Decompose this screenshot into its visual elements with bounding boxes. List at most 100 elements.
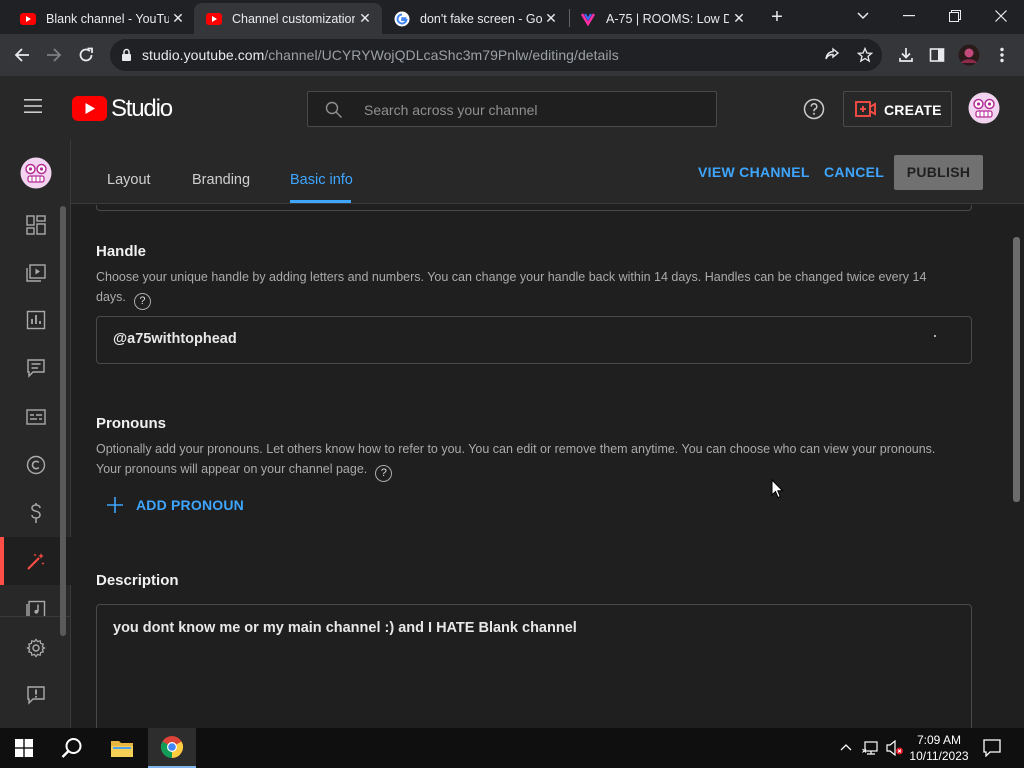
close-tab-icon[interactable]: ✕ xyxy=(542,9,560,27)
pronouns-description-line-2: Your pronouns will appear on your channe… xyxy=(96,459,976,482)
pronouns-description: Optionally add your pronouns. Let others… xyxy=(96,439,976,482)
help-icon[interactable] xyxy=(803,98,825,120)
plus-icon xyxy=(107,497,123,513)
close-tab-icon[interactable]: ✕ xyxy=(730,9,748,27)
side-panel-icon[interactable] xyxy=(921,39,953,71)
analytics-icon xyxy=(26,310,45,330)
studio-logo-text[interactable]: Studio xyxy=(111,95,173,123)
pronouns-title: Pronouns xyxy=(96,415,166,432)
forward-icon[interactable] xyxy=(38,39,70,71)
mouse-cursor-icon xyxy=(771,479,784,499)
add-pronoun-button[interactable]: ADD PRONOUN xyxy=(106,496,244,514)
create-label: CREATE xyxy=(884,102,942,118)
windows-search-icon[interactable] xyxy=(48,728,96,768)
basic-info-panel: Handle Choose your unique handle by addi… xyxy=(71,205,1024,728)
url-text: studio.youtube.com/channel/UCYRYWojQDLca… xyxy=(142,47,619,63)
browser-toolbar: studio.youtube.com/channel/UCYRYWojQDLca… xyxy=(0,34,1024,76)
browser-tab[interactable]: Blank channel - YouTub ✕ xyxy=(0,3,195,34)
description-title: Description xyxy=(96,572,179,589)
customization-tabs-bar: Layout Branding Basic info VIEW CHANNEL … xyxy=(71,140,1024,204)
close-tab-icon[interactable]: ✕ xyxy=(169,9,187,27)
handle-description-line-2: days.? xyxy=(96,287,976,310)
dashboard-icon xyxy=(25,215,46,235)
clock-date: 10/11/2023 xyxy=(909,749,969,763)
browser-tab-strip: Blank channel - YouTub ✕ Channel customi… xyxy=(0,0,1024,34)
youtube-logo-icon[interactable] xyxy=(72,96,107,121)
description-value: you dont know me or my main channel :) a… xyxy=(113,620,577,636)
browser-tab-title: Blank channel - YouTub xyxy=(46,11,169,26)
channel-avatar-icon[interactable] xyxy=(20,157,52,189)
network-icon[interactable] xyxy=(862,740,880,756)
nav-send-feedback[interactable] xyxy=(0,671,71,719)
comments-icon xyxy=(26,359,45,378)
studio-header: Studio Search across your channel CREATE xyxy=(0,76,1024,140)
search-placeholder: Search across your channel xyxy=(364,102,538,118)
browser-tab[interactable]: don't fake screen - Goo ✕ xyxy=(382,3,568,34)
tray-overflow-icon[interactable] xyxy=(840,743,852,751)
handle-input[interactable]: @a75withtophead xyxy=(96,316,972,364)
back-icon[interactable] xyxy=(6,39,38,71)
earn-icon xyxy=(30,503,41,523)
cancel-button[interactable]: CANCEL xyxy=(824,164,884,180)
tab-layout[interactable]: Layout xyxy=(107,172,151,188)
hamburger-menu-icon[interactable] xyxy=(21,97,45,115)
handle-title: Handle xyxy=(96,243,147,260)
url-path: /channel/UCYRYWojQDLcaShc3m79Pnlw/editin… xyxy=(264,47,619,63)
minimize-icon[interactable] xyxy=(886,0,932,32)
close-window-icon[interactable] xyxy=(978,0,1024,32)
feedback-icon xyxy=(26,686,45,705)
create-video-icon xyxy=(855,101,876,117)
subtitles-icon xyxy=(25,409,46,425)
tab-branding[interactable]: Branding xyxy=(192,172,250,188)
youtube-studio-icon xyxy=(206,12,222,25)
description-textarea[interactable]: you dont know me or my main channel :) a… xyxy=(96,604,972,728)
search-input[interactable]: Search across your channel xyxy=(307,91,717,127)
system-clock[interactable]: 7:09 AM 10/11/2023 xyxy=(906,732,972,764)
pronouns-description-end: Your pronouns will appear on your channe… xyxy=(96,462,368,476)
browser-tab-title: A-75 | ROOMS: Low De xyxy=(606,11,729,26)
active-tab-indicator xyxy=(290,200,351,203)
new-tab-button[interactable]: + xyxy=(766,6,788,28)
content-icon xyxy=(25,264,46,282)
reload-icon[interactable] xyxy=(70,39,102,71)
pronouns-help-icon[interactable]: ? xyxy=(375,465,393,482)
address-bar[interactable]: studio.youtube.com/channel/UCYRYWojQDLca… xyxy=(110,39,882,71)
browser-tab[interactable]: A-75 | ROOMS: Low De ✕ xyxy=(570,3,756,34)
handle-value: @a75withtophead xyxy=(113,331,237,347)
browser-tab-active[interactable]: Channel customization ✕ xyxy=(194,3,382,34)
content-scrollbar[interactable] xyxy=(1013,237,1020,502)
share-icon[interactable] xyxy=(824,47,840,63)
google-icon xyxy=(394,11,410,26)
tab-search-icon[interactable] xyxy=(840,0,886,32)
customization-icon xyxy=(26,553,44,570)
browser-tab-title: don't fake screen - Goo xyxy=(420,11,543,26)
loading-indicator xyxy=(934,335,936,337)
view-channel-button[interactable]: VIEW CHANNEL xyxy=(698,164,810,180)
publish-button[interactable]: PUBLISH xyxy=(894,155,983,190)
tab-basic-info[interactable]: Basic info xyxy=(290,172,353,188)
handle-help-icon[interactable]: ? xyxy=(133,293,151,310)
clock-time: 7:09 AM xyxy=(916,733,962,747)
download-icon[interactable] xyxy=(890,39,922,71)
account-avatar-icon[interactable] xyxy=(968,92,1000,124)
file-explorer-icon[interactable] xyxy=(98,728,146,768)
windows-taskbar: 7:09 AM 10/11/2023 xyxy=(0,728,1024,768)
studio-sidebar xyxy=(0,140,71,728)
notifications-icon[interactable] xyxy=(983,739,1001,757)
add-pronoun-label: ADD PRONOUN xyxy=(136,497,244,513)
windows-start-icon[interactable] xyxy=(0,728,48,768)
volume-muted-icon[interactable] xyxy=(886,740,904,756)
audio-library-icon xyxy=(25,600,45,616)
previous-field-box[interactable] xyxy=(96,205,972,211)
restore-icon[interactable] xyxy=(932,0,978,32)
lock-icon[interactable] xyxy=(121,48,132,62)
chrome-taskbar-icon[interactable] xyxy=(148,728,196,768)
profile-avatar-icon[interactable] xyxy=(953,39,985,71)
close-tab-icon[interactable]: ✕ xyxy=(356,9,374,27)
bookmark-star-icon[interactable] xyxy=(857,47,873,63)
create-button[interactable]: CREATE xyxy=(843,91,952,127)
chrome-menu-icon[interactable] xyxy=(986,39,1018,71)
sidebar-scrollbar[interactable] xyxy=(60,206,66,636)
rooms-game-icon xyxy=(580,12,596,26)
youtube-icon xyxy=(20,12,36,25)
